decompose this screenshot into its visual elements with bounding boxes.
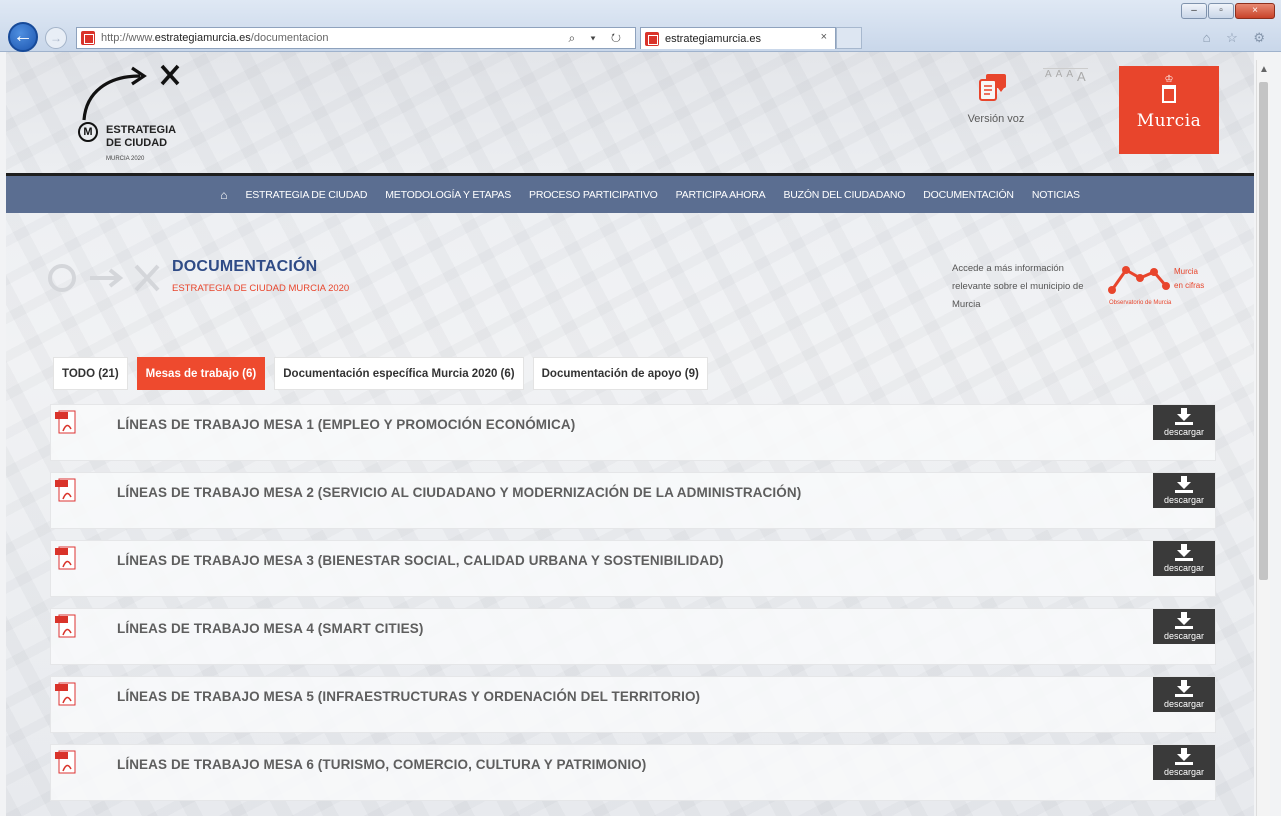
font-size-small-button[interactable]: A bbox=[1043, 68, 1054, 84]
observatorio-logo-line1: Murcia bbox=[1174, 267, 1199, 276]
browser-chrome: – ▫ × ← → http://www.estrategiamurcia.es… bbox=[0, 0, 1281, 52]
document-title[interactable]: LÍNEAS DE TRABAJO MESA 1 (EMPLEO Y PROMO… bbox=[117, 417, 575, 432]
download-button[interactable]: descargar bbox=[1153, 405, 1215, 440]
logo-arrow-icon bbox=[82, 64, 180, 121]
main-navigation: ⌂ ESTRATEGIA DE CIUDAD METODOLOGÍA Y ETA… bbox=[6, 173, 1254, 213]
download-button[interactable]: descargar bbox=[1153, 609, 1215, 644]
observatorio-logo-line2: en cifras bbox=[1174, 281, 1205, 290]
tab-documentacion-especifica[interactable]: Documentación específica Murcia 2020 (6) bbox=[274, 357, 524, 390]
download-button[interactable]: descargar bbox=[1153, 473, 1215, 508]
voice-version-link[interactable]: Versión voz bbox=[951, 70, 1041, 125]
new-tab-button[interactable] bbox=[836, 27, 862, 49]
pdf-icon bbox=[55, 546, 76, 570]
document-title[interactable]: LÍNEAS DE TRABAJO MESA 6 (TURISMO, COMER… bbox=[117, 757, 646, 772]
murcia-logo-label: Murcia bbox=[1136, 111, 1202, 131]
font-size-xlarge-button[interactable]: A bbox=[1075, 68, 1088, 84]
download-icon bbox=[1175, 612, 1193, 629]
logo-m-circle: M bbox=[78, 122, 98, 142]
address-bar[interactable]: http://www.estrategiamurcia.es/documenta… bbox=[76, 27, 636, 49]
logo-text: ESTRATEGIA DE CIUDAD bbox=[106, 124, 177, 149]
download-button[interactable]: descargar bbox=[1153, 677, 1215, 712]
pdf-icon bbox=[55, 682, 76, 706]
voice-version-label: Versión voz bbox=[967, 113, 1025, 125]
site-favicon-icon bbox=[81, 31, 95, 45]
download-icon bbox=[1175, 680, 1193, 697]
document-row: LÍNEAS DE TRABAJO MESA 4 (SMART CITIES) … bbox=[50, 608, 1216, 665]
nav-item-documentacion[interactable]: DOCUMENTACIÓN bbox=[923, 189, 1014, 201]
minimize-button[interactable]: – bbox=[1181, 3, 1207, 19]
page-subtitle: ESTRATEGIA DE CIUDAD MURCIA 2020 bbox=[172, 283, 350, 294]
font-size-large-button[interactable]: A bbox=[1064, 68, 1076, 84]
pdf-icon bbox=[55, 478, 76, 502]
tab-mesas-de-trabajo[interactable]: Mesas de trabajo (6) bbox=[136, 357, 266, 390]
download-icon bbox=[1175, 748, 1193, 765]
tab-documentacion-apoyo[interactable]: Documentación de apoyo (9) bbox=[532, 357, 708, 390]
document-row: LÍNEAS DE TRABAJO MESA 6 (TURISMO, COMER… bbox=[50, 744, 1216, 801]
document-row: LÍNEAS DE TRABAJO MESA 2 (SERVICIO AL CI… bbox=[50, 472, 1216, 529]
pdf-icon bbox=[55, 614, 76, 638]
pdf-icon bbox=[55, 410, 76, 434]
document-title[interactable]: LÍNEAS DE TRABAJO MESA 4 (SMART CITIES) bbox=[117, 621, 423, 636]
maximize-button[interactable]: ▫ bbox=[1208, 3, 1234, 19]
address-url: http://www.estrategiamurcia.es/documenta… bbox=[101, 32, 329, 44]
nav-item-metodologia[interactable]: METODOLOGÍA Y ETAPAS bbox=[385, 189, 511, 201]
home-icon[interactable]: ⌂ bbox=[220, 188, 227, 202]
font-size-controls: A A A A bbox=[1043, 68, 1088, 84]
nav-item-participa[interactable]: PARTICIPA AHORA bbox=[676, 189, 766, 201]
logo-subtitle: MURCIA 2020 bbox=[106, 156, 145, 162]
document-row: LÍNEAS DE TRABAJO MESA 5 (INFRAESTRUCTUR… bbox=[50, 676, 1216, 733]
document-title[interactable]: LÍNEAS DE TRABAJO MESA 3 (BIENESTAR SOCI… bbox=[117, 553, 724, 568]
tab-favicon-icon bbox=[645, 31, 659, 46]
observatorio-text: Accede a más información relevante sobre… bbox=[952, 263, 1084, 310]
download-button[interactable]: descargar bbox=[1153, 745, 1215, 780]
search-refresh-icons[interactable]: ⌕ ▾ ↻ bbox=[568, 31, 627, 46]
tower-icon bbox=[1162, 85, 1176, 103]
download-label: descargar bbox=[1163, 631, 1205, 641]
document-row: LÍNEAS DE TRABAJO MESA 1 (EMPLEO Y PROMO… bbox=[50, 404, 1216, 461]
nav-item-proceso[interactable]: PROCESO PARTICIPATIVO bbox=[529, 189, 658, 201]
window-controls: – ▫ × bbox=[1181, 3, 1275, 19]
back-button[interactable]: ← bbox=[8, 22, 38, 52]
document-title[interactable]: LÍNEAS DE TRABAJO MESA 2 (SERVICIO AL CI… bbox=[117, 485, 801, 500]
browser-tab[interactable]: estrategiamurcia.es × bbox=[640, 27, 836, 49]
decorative-arrow-icon bbox=[48, 264, 160, 292]
pdf-icon bbox=[55, 750, 76, 774]
download-label: descargar bbox=[1163, 699, 1205, 709]
observatorio-logo-line3: Observatorio de Murcia bbox=[1109, 300, 1172, 306]
document-list: LÍNEAS DE TRABAJO MESA 1 (EMPLEO Y PROMO… bbox=[50, 404, 1216, 812]
crown-icon: ♔ bbox=[1164, 74, 1174, 85]
document-filter-tabs: TODO (21) Mesas de trabajo (6) Documenta… bbox=[53, 357, 708, 390]
scroll-up-icon[interactable]: ▲ bbox=[1259, 64, 1269, 75]
document-row: LÍNEAS DE TRABAJO MESA 3 (BIENESTAR SOCI… bbox=[50, 540, 1216, 597]
murcia-city-logo[interactable]: ♔ Murcia bbox=[1119, 66, 1219, 154]
download-icon bbox=[1175, 476, 1193, 493]
download-icon bbox=[1175, 544, 1193, 561]
download-icon bbox=[1175, 408, 1193, 425]
font-size-medium-button[interactable]: A bbox=[1053, 68, 1065, 84]
estrategia-logo[interactable]: M ESTRATEGIA DE CIUDAD MURCIA 2020 bbox=[68, 60, 218, 170]
speech-icon bbox=[979, 74, 1006, 101]
scroll-thumb[interactable] bbox=[1259, 82, 1268, 580]
tab-title: estrategiamurcia.es bbox=[665, 32, 761, 45]
download-label: descargar bbox=[1163, 563, 1205, 573]
nav-item-buzon[interactable]: BUZÓN DEL CIUDADANO bbox=[783, 189, 905, 201]
download-label: descargar bbox=[1163, 495, 1205, 505]
toolbar-home-fav-settings-icons[interactable]: ⌂ ☆ ⚙ bbox=[1203, 30, 1271, 46]
nav-item-estrategia[interactable]: ESTRATEGIA DE CIUDAD bbox=[245, 189, 367, 201]
nav-item-noticias[interactable]: NOTICIAS bbox=[1032, 189, 1080, 201]
document-title[interactable]: LÍNEAS DE TRABAJO MESA 5 (INFRAESTRUCTUR… bbox=[117, 689, 700, 704]
download-label: descargar bbox=[1163, 767, 1205, 777]
page-title: DOCUMENTACIÓN bbox=[172, 258, 318, 275]
download-label: descargar bbox=[1163, 427, 1205, 437]
close-window-button[interactable]: × bbox=[1235, 3, 1275, 19]
forward-button[interactable]: → bbox=[45, 27, 67, 49]
tab-todo[interactable]: TODO (21) bbox=[53, 357, 128, 390]
web-page: M ESTRATEGIA DE CIUDAD MURCIA 2020 Versi… bbox=[6, 52, 1254, 816]
page-scrollbar[interactable]: ▲ bbox=[1256, 60, 1270, 816]
tab-close-icon[interactable]: × bbox=[821, 31, 827, 43]
download-button[interactable]: descargar bbox=[1153, 541, 1215, 576]
